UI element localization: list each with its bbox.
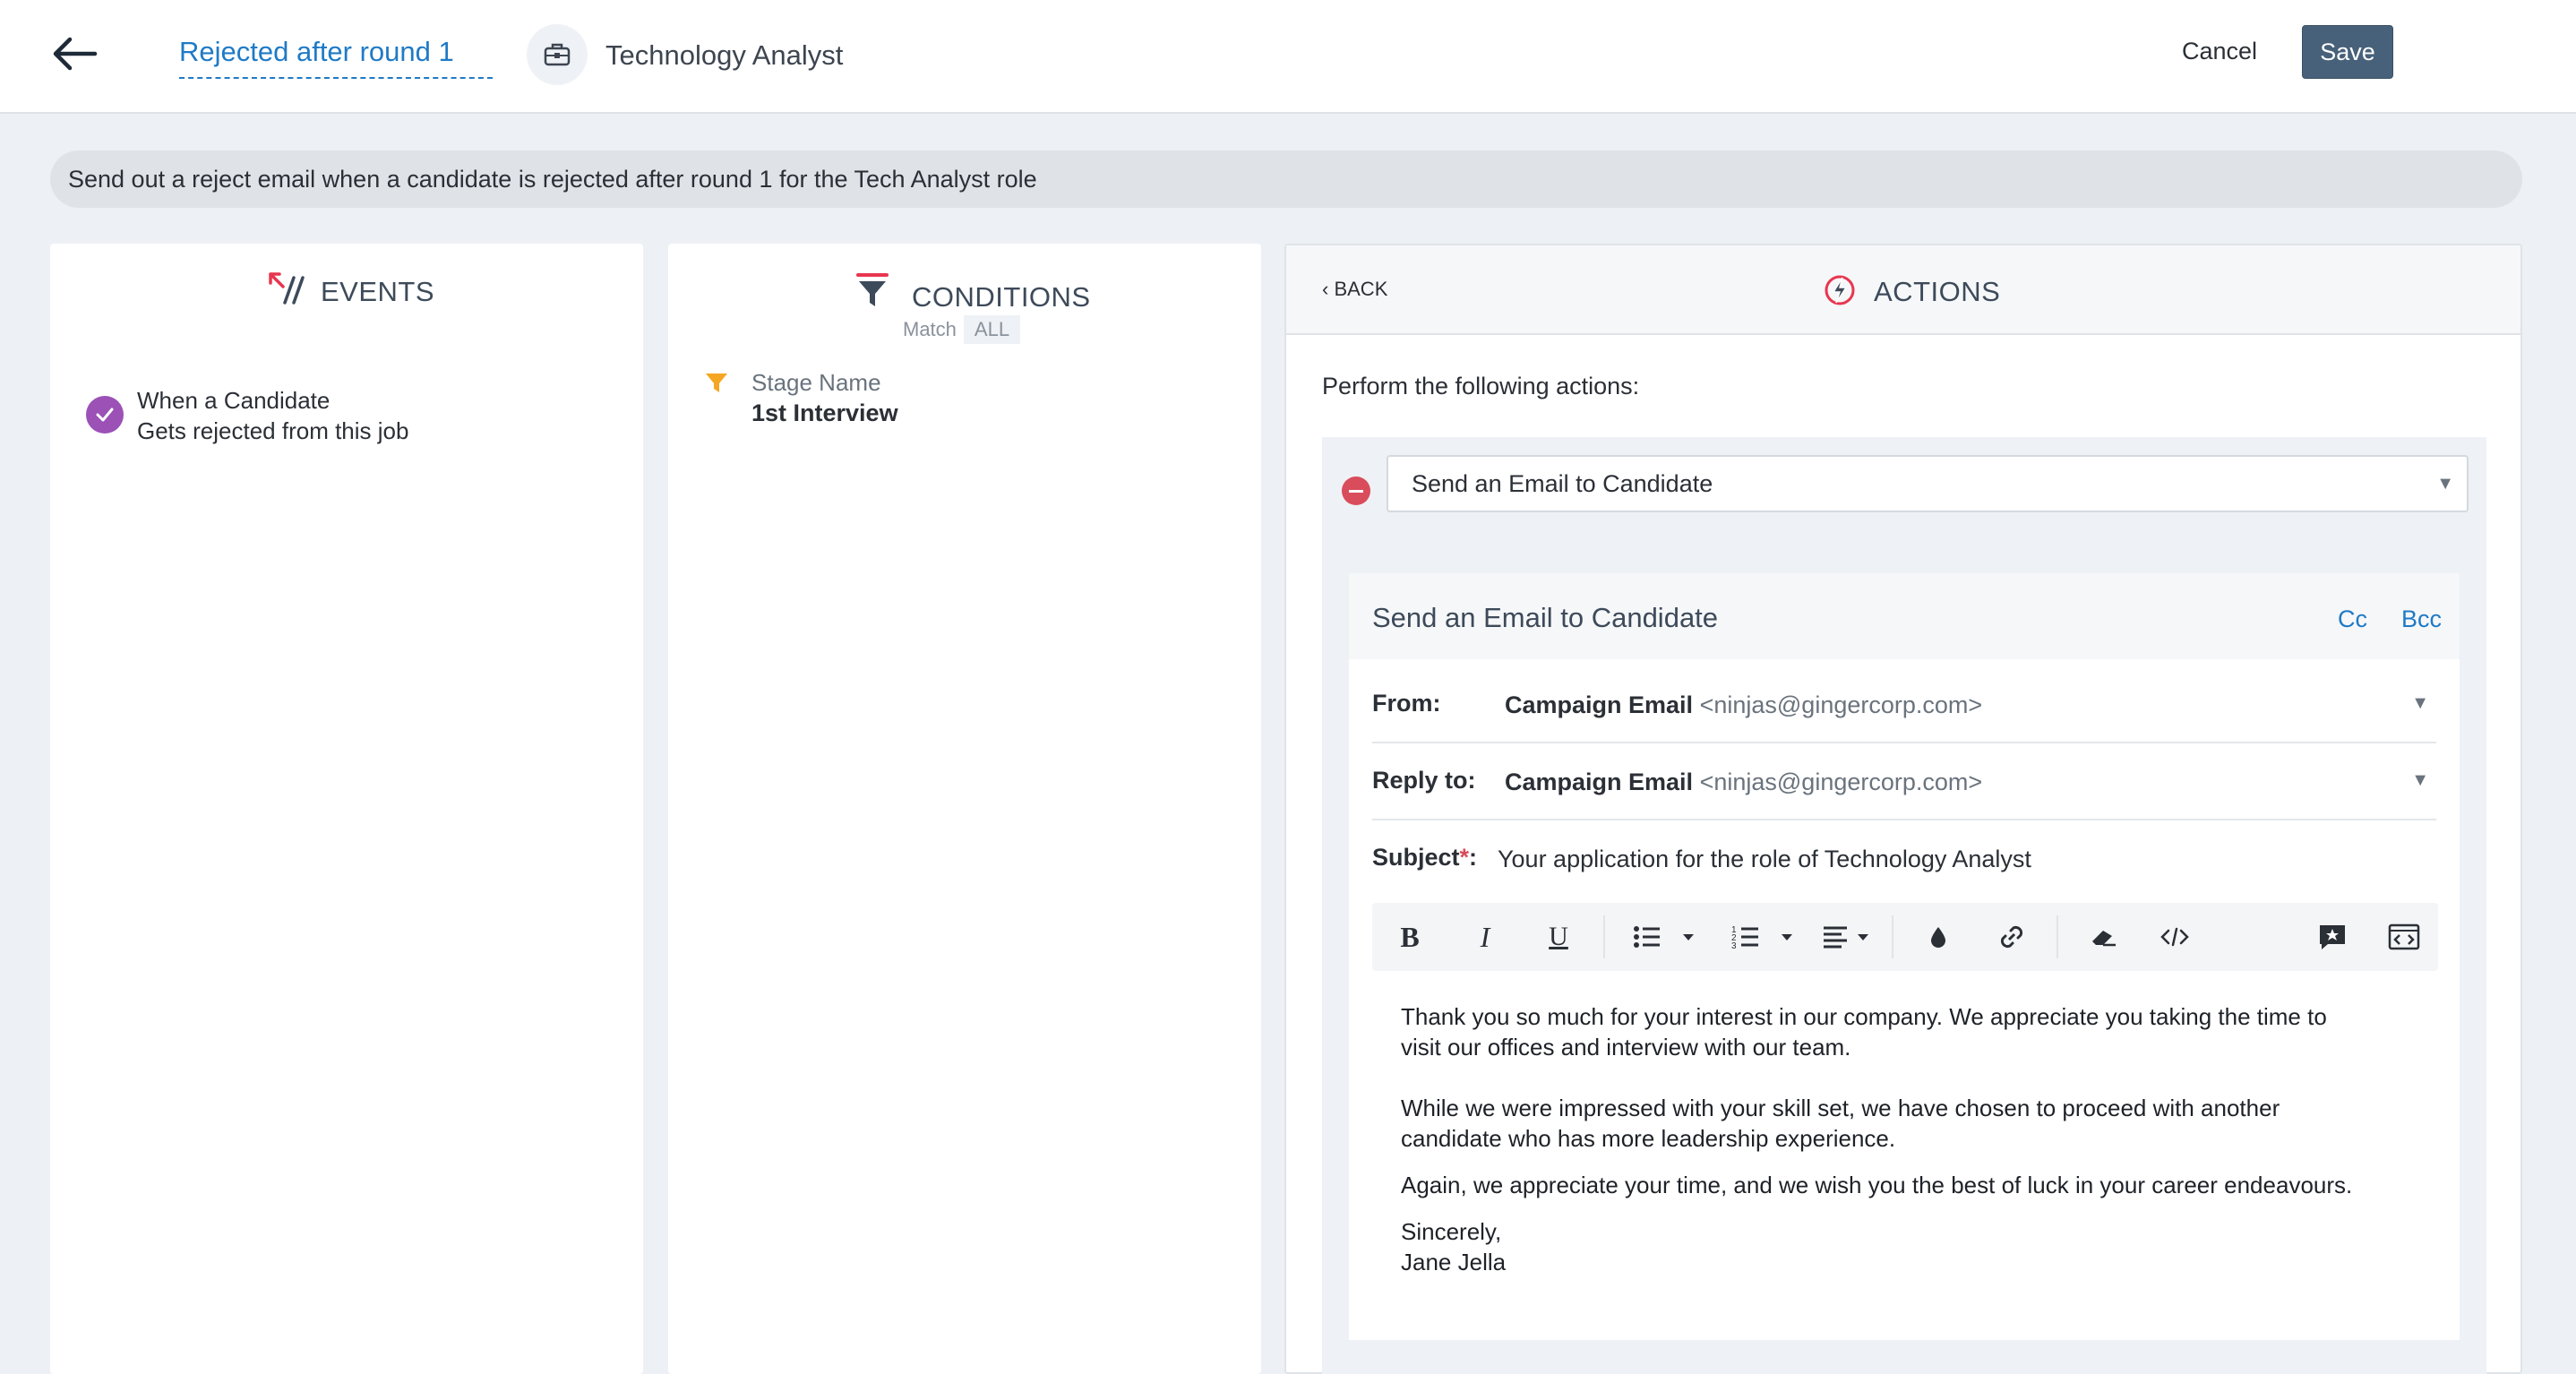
email-body-line: Jane Jella [1401,1249,1507,1275]
svg-text:3: 3 [1731,941,1737,950]
match-label: Match [903,318,957,340]
top-bar: Rejected after round 1 Technology Analys… [0,0,2576,114]
reply-to-field[interactable]: Reply to: Campaign Email <ninjas@gingerc… [1372,743,2436,820]
bullet-list-icon[interactable] [1628,915,1700,958]
caret-down-icon: ▼ [2411,693,2429,713]
email-action-container: Send an Email to Candidate Cc Bcc From: … [1322,546,2486,1374]
from-label: From: [1372,690,1441,717]
bold-button[interactable]: B [1388,915,1431,958]
conditions-title: CONDITIONS [912,281,1091,313]
code-icon[interactable] [2153,915,2196,958]
email-body-line: candidate who has more leadership experi… [1401,1125,1896,1152]
match-value-badge[interactable]: ALL [963,315,1021,344]
subject-label: Subject*: [1372,844,1478,871]
editor-toolbar: B I U 123 [1372,903,2438,971]
events-panel: EVENTS When a Candidate Gets rejected fr… [50,244,643,1374]
email-title: Send an Email to Candidate [1372,602,1719,633]
back-label: BACK [1334,278,1388,300]
rule-description[interactable]: Send out a reject email when a candidate… [50,150,2522,208]
save-button[interactable]: Save [2302,25,2393,79]
reply-to-name: Campaign Email [1505,769,1694,795]
subject-field: Subject*: Your application for the role … [1372,820,2436,897]
reply-to-label: Reply to: [1372,767,1476,794]
from-address: <ninjas@gingercorp.com> [1699,691,1983,718]
email-body-line: While we were impressed with your skill … [1401,1095,2280,1121]
briefcase-icon [527,24,588,85]
event-trigger-action: Gets rejected from this job [137,417,409,444]
condition-label: Stage Name [751,369,881,396]
bcc-link[interactable]: Bcc [2401,605,2442,633]
filter-icon [704,371,729,400]
event-trigger-subject: When a Candidate [137,387,331,414]
reply-to-value: Campaign Email <ninjas@gingercorp.com> [1505,769,1982,796]
email-card: Send an Email to Candidate Cc Bcc From: … [1349,573,2460,1340]
from-value: Campaign Email <ninjas@gingercorp.com> [1505,691,1982,719]
cc-link[interactable]: Cc [2338,605,2367,633]
cancel-button[interactable]: Cancel [2182,38,2257,65]
job-title: Technology Analyst [605,39,844,71]
email-body-line: Sincerely, [1401,1218,1502,1245]
match-selector[interactable]: Match ALL [903,315,1021,344]
caret-down-icon: ▼ [2411,770,2429,790]
perform-label: Perform the following actions: [1322,373,1640,399]
events-icon [267,271,306,311]
from-name: Campaign Email [1505,691,1694,718]
events-title: EVENTS [321,276,435,307]
required-marker: * [1459,844,1470,871]
back-arrow-icon[interactable] [48,32,102,75]
eraser-icon[interactable] [2082,915,2125,958]
reply-to-address: <ninjas@gingercorp.com> [1699,769,1983,795]
chevron-left-icon: ‹ [1322,278,1329,300]
condition-value: 1st Interview [751,399,898,426]
link-icon[interactable] [1990,915,2033,958]
star-comment-icon[interactable] [2311,915,2354,958]
check-circle-icon [86,396,124,434]
italic-button[interactable]: I [1464,915,1507,958]
align-icon[interactable] [1820,915,1874,958]
email-body-line: Again, we appreciate your time, and we w… [1401,1172,2353,1198]
code-view-icon[interactable] [2383,915,2426,958]
remove-action-icon[interactable] [1342,477,1370,505]
numbered-list-icon[interactable]: 123 [1727,915,1799,958]
actions-panel: ‹ BACK ACTIONS Perform the following act… [1284,244,2522,1374]
action-type-select[interactable]: Send an Email to Candidate ▼ [1387,455,2469,512]
funnel-icon [856,272,889,314]
actions-title: ACTIONS [1874,276,2001,307]
actions-header: ‹ BACK ACTIONS [1286,245,2520,335]
lightning-icon [1822,272,1858,313]
email-body-line: Thank you so much for your interest in o… [1401,1003,2327,1030]
email-body-line: visit our offices and interview with our… [1401,1034,1851,1061]
subject-input[interactable]: Your application for the role of Technol… [1498,846,2031,873]
from-field[interactable]: From: Campaign Email <ninjas@gingercorp.… [1372,666,2436,743]
email-header: Send an Email to Candidate Cc Bcc [1349,573,2460,659]
action-row: Send an Email to Candidate ▼ [1322,437,2486,546]
back-link[interactable]: ‹ BACK [1322,278,1387,301]
rule-name-field[interactable]: Rejected after round 1 [179,36,493,79]
caret-down-icon: ▼ [2436,474,2454,494]
underline-button[interactable]: U [1537,915,1580,958]
text-color-icon[interactable] [1917,915,1960,958]
action-type-value: Send an Email to Candidate [1412,470,1713,497]
conditions-panel: CONDITIONS Match ALL Stage Name 1st Inte… [668,244,1261,1374]
